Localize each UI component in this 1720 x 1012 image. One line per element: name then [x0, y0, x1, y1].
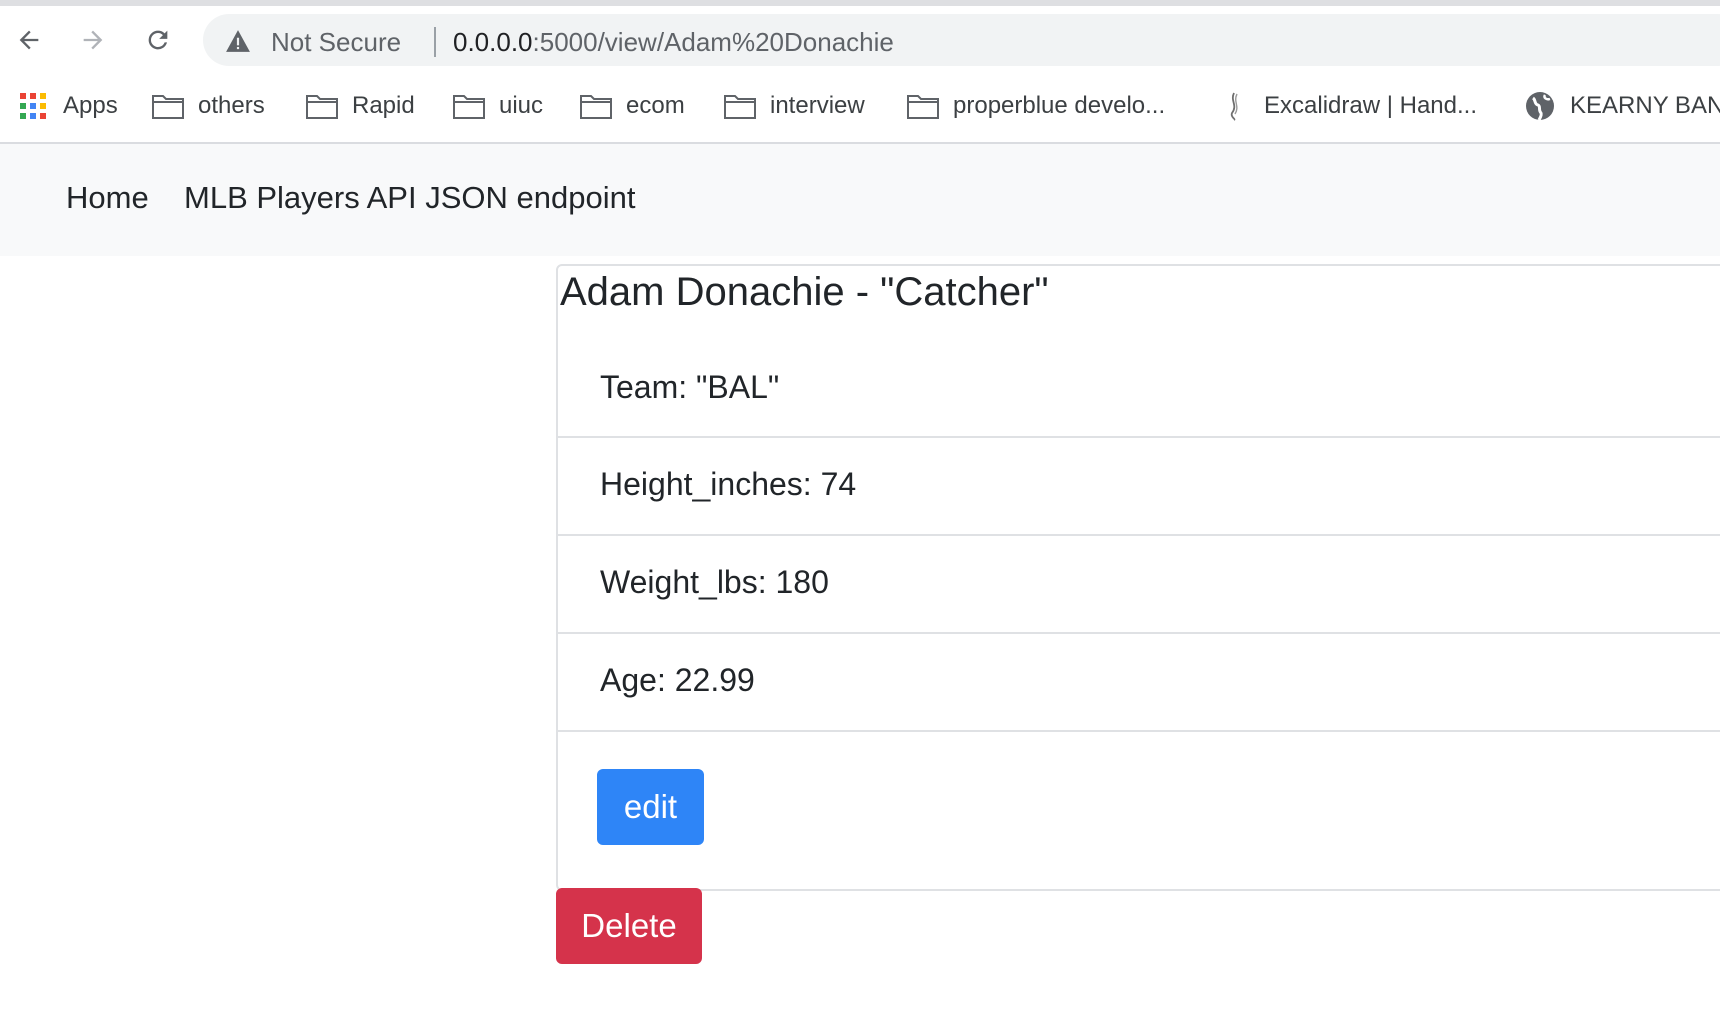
field-text: Height_inches: 74	[600, 466, 857, 502]
back-arrow-icon	[19, 30, 39, 50]
back-button[interactable]	[9, 20, 49, 60]
bookmark-label: uiuc	[499, 92, 544, 119]
app-navbar: Home MLB Players API JSON endpoint	[0, 144, 1720, 256]
folder-icon	[453, 93, 485, 119]
forward-button[interactable]	[73, 20, 113, 60]
bookmark-label: interview	[770, 92, 865, 119]
nav-home-link[interactable]: Home	[66, 180, 149, 216]
url-host: 0.0.0.0	[453, 27, 533, 57]
player-title: Adam Donachie - "Catcher"	[560, 270, 1049, 314]
bookmark-excalidraw[interactable]: Excalidraw | Hand...	[1218, 88, 1477, 124]
address-bar[interactable]: Not Secure 0.0.0.0:5000/view/Adam%20Dona…	[203, 14, 1720, 66]
nav-api-link[interactable]: MLB Players API JSON endpoint	[184, 180, 635, 216]
bookmark-kearny[interactable]: KEARNY BAN	[1524, 88, 1720, 124]
bookmark-interview[interactable]: interview	[724, 88, 865, 124]
folder-icon	[152, 93, 184, 119]
delete-button[interactable]: Delete	[556, 888, 702, 964]
bookmarks-bar: Apps others Rapid uiuc ecom interview pr…	[0, 72, 1720, 144]
folder-icon	[580, 93, 612, 119]
player-field-team: Team: "BAL"	[558, 339, 1720, 438]
browser-toolbar: Not Secure 0.0.0.0:5000/view/Adam%20Dona…	[0, 6, 1720, 72]
bookmark-others[interactable]: others	[152, 88, 265, 124]
reload-icon	[148, 30, 168, 50]
field-text: Weight_lbs: 180	[600, 564, 829, 600]
forward-arrow-icon	[83, 30, 103, 50]
security-status-label[interactable]: Not Secure	[271, 27, 401, 58]
player-field-height: Height_inches: 74	[558, 438, 1720, 536]
player-field-weight: Weight_lbs: 180	[558, 536, 1720, 634]
field-text: Age: 22.99	[600, 662, 755, 698]
bookmark-apps[interactable]: Apps	[17, 88, 118, 124]
bookmark-label: Rapid	[352, 92, 415, 119]
bookmark-rapid[interactable]: Rapid	[306, 88, 415, 124]
edit-button[interactable]: edit	[597, 769, 704, 845]
url-path: :5000/view/Adam%20Donachie	[532, 27, 894, 57]
bookmark-label: KEARNY BAN	[1570, 92, 1720, 119]
apps-grid-icon	[17, 93, 49, 119]
field-text: Team: "BAL"	[600, 369, 780, 405]
globe-icon	[1524, 92, 1556, 121]
bookmark-label: properblue develo...	[953, 92, 1166, 119]
url-text[interactable]: 0.0.0.0:5000/view/Adam%20Donachie	[453, 27, 894, 58]
folder-icon	[724, 93, 756, 119]
bookmark-label: others	[198, 92, 265, 119]
bookmark-label: ecom	[626, 92, 685, 119]
bookmark-uiuc[interactable]: uiuc	[453, 88, 543, 124]
folder-icon	[907, 93, 939, 119]
bookmark-label: Apps	[63, 92, 118, 119]
excalidraw-icon	[1218, 92, 1250, 121]
bookmark-properblue[interactable]: properblue develo...	[907, 88, 1165, 124]
page: Not Secure 0.0.0.0:5000/view/Adam%20Dona…	[0, 0, 1720, 1012]
bookmark-ecom[interactable]: ecom	[580, 88, 685, 124]
omnibox-divider	[434, 27, 436, 57]
folder-icon	[306, 93, 338, 119]
bookmark-label: Excalidraw | Hand...	[1264, 92, 1477, 119]
warning-icon	[226, 30, 250, 52]
reload-button[interactable]	[138, 20, 178, 60]
player-field-age: Age: 22.99	[558, 634, 1720, 732]
